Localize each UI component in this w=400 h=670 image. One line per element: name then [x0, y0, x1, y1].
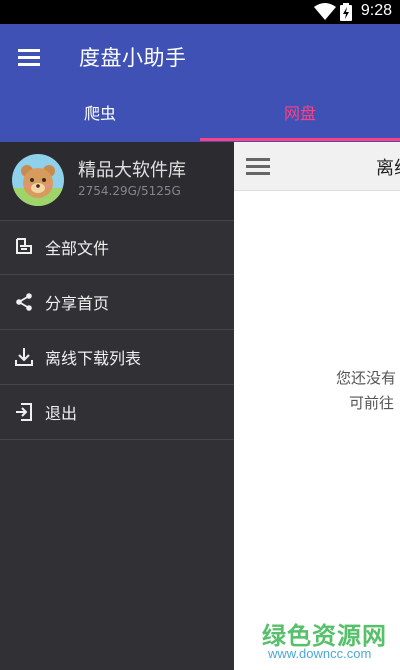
- drawer-item-all-files[interactable]: 全部文件: [0, 220, 234, 275]
- tab-netdisk[interactable]: 网盘: [200, 99, 400, 142]
- printer-icon: [16, 238, 32, 254]
- drawer-item-label: 全部文件: [45, 239, 110, 258]
- main-content: 离线 您还没有 可前往: [234, 142, 400, 670]
- drawer-item-offline-downloads[interactable]: 离线下载列表: [0, 330, 234, 385]
- content-toolbar: 离线: [234, 142, 400, 191]
- drawer-item-logout[interactable]: 退出: [0, 385, 234, 440]
- content-title: 离线: [376, 158, 400, 179]
- status-time: 9:28: [360, 2, 392, 19]
- empty-message-line1: 您还没有: [336, 369, 397, 387]
- download-icon: [15, 348, 33, 366]
- drawer-item-label: 退出: [45, 404, 78, 423]
- storage-quota: 2754.29G/5125G: [78, 184, 181, 198]
- empty-message-line2: 可前往: [349, 394, 395, 412]
- logout-icon: [16, 403, 32, 421]
- battery-charging-icon: [340, 3, 352, 21]
- profile-name: 精品大软件库: [78, 160, 186, 181]
- watermark: 绿色资源网 www.downcc.com: [262, 616, 400, 661]
- watermark-url: www.downcc.com: [268, 646, 372, 661]
- empty-message: 您还没有 可前往: [336, 366, 400, 416]
- app-bar: 度盘小助手 爬虫 网盘: [0, 24, 400, 142]
- navigation-drawer: 精品大软件库 2754.29G/5125G 全部文件 分享首页 离线下载列表 退…: [0, 142, 234, 670]
- app-title: 度盘小助手: [79, 46, 187, 70]
- tab-crawler[interactable]: 爬虫: [0, 99, 200, 142]
- wifi-icon: [314, 3, 336, 20]
- drawer-item-label: 分享首页: [45, 294, 110, 313]
- list-menu-icon[interactable]: [246, 158, 270, 176]
- bear-avatar: [12, 154, 64, 206]
- tab-indicator: [200, 138, 400, 141]
- status-bar: 9:28: [0, 0, 400, 24]
- drawer-item-share[interactable]: 分享首页: [0, 275, 234, 330]
- drawer-item-label: 离线下载列表: [45, 349, 142, 368]
- hamburger-menu-icon[interactable]: [14, 42, 44, 72]
- share-icon: [16, 293, 32, 311]
- drawer-profile[interactable]: 精品大软件库 2754.29G/5125G: [0, 142, 234, 221]
